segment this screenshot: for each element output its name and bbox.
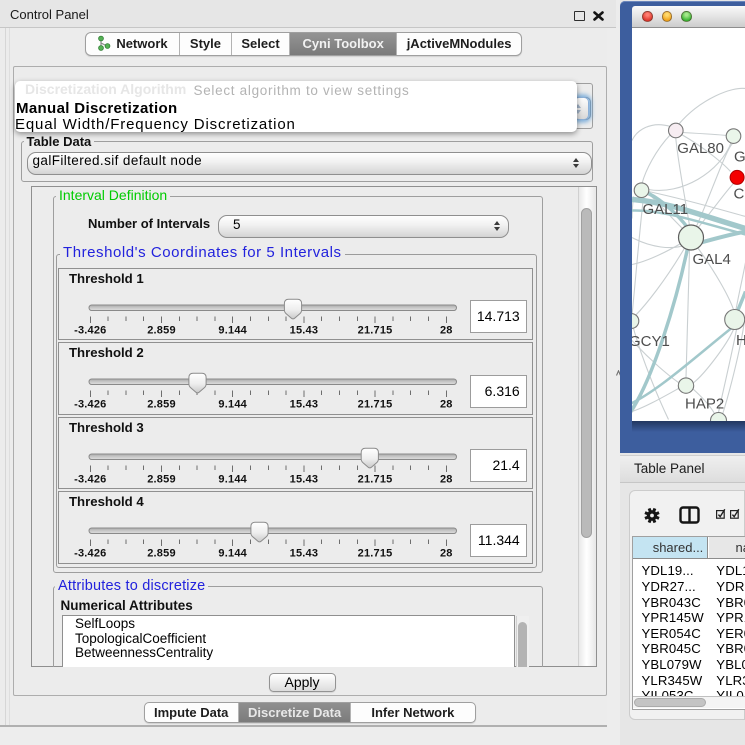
svg-text:9.144: 9.144 [218, 548, 247, 560]
svg-text:21.715: 21.715 [358, 548, 393, 560]
svg-text:9.144: 9.144 [218, 473, 247, 485]
svg-text:28: 28 [440, 473, 453, 485]
svg-text:9.144: 9.144 [218, 399, 247, 411]
svg-text:15.43: 15.43 [290, 399, 319, 411]
svg-text:15.43: 15.43 [290, 548, 319, 560]
svg-text:GAL4: GAL4 [692, 250, 730, 267]
svg-text:GCY1: GCY1 [632, 332, 670, 349]
svg-text:28: 28 [440, 324, 453, 336]
svg-text:GAL80: GAL80 [677, 139, 724, 156]
svg-text:21.715: 21.715 [358, 324, 393, 336]
svg-text:-3.426: -3.426 [74, 473, 106, 485]
svg-text:2.859: 2.859 [147, 548, 176, 560]
svg-text:GA: GA [734, 148, 745, 165]
svg-text:2.859: 2.859 [147, 324, 176, 336]
svg-text:-3.426: -3.426 [74, 399, 106, 411]
svg-text:28: 28 [440, 548, 453, 560]
svg-text:15.43: 15.43 [290, 324, 319, 336]
svg-text:9.144: 9.144 [218, 324, 247, 336]
svg-text:2.859: 2.859 [147, 399, 176, 411]
svg-text:GAL11: GAL11 [642, 201, 688, 218]
svg-text:-3.426: -3.426 [74, 324, 106, 336]
svg-text:C: C [733, 185, 744, 202]
svg-text:H: H [736, 331, 745, 348]
svg-text:HAP2: HAP2 [685, 395, 724, 412]
svg-text:28: 28 [440, 399, 453, 411]
svg-text:15.43: 15.43 [290, 473, 319, 485]
svg-text:21.715: 21.715 [358, 399, 393, 411]
svg-text:21.715: 21.715 [358, 473, 393, 485]
svg-text:2.859: 2.859 [147, 473, 176, 485]
svg-text:-3.426: -3.426 [74, 548, 106, 560]
